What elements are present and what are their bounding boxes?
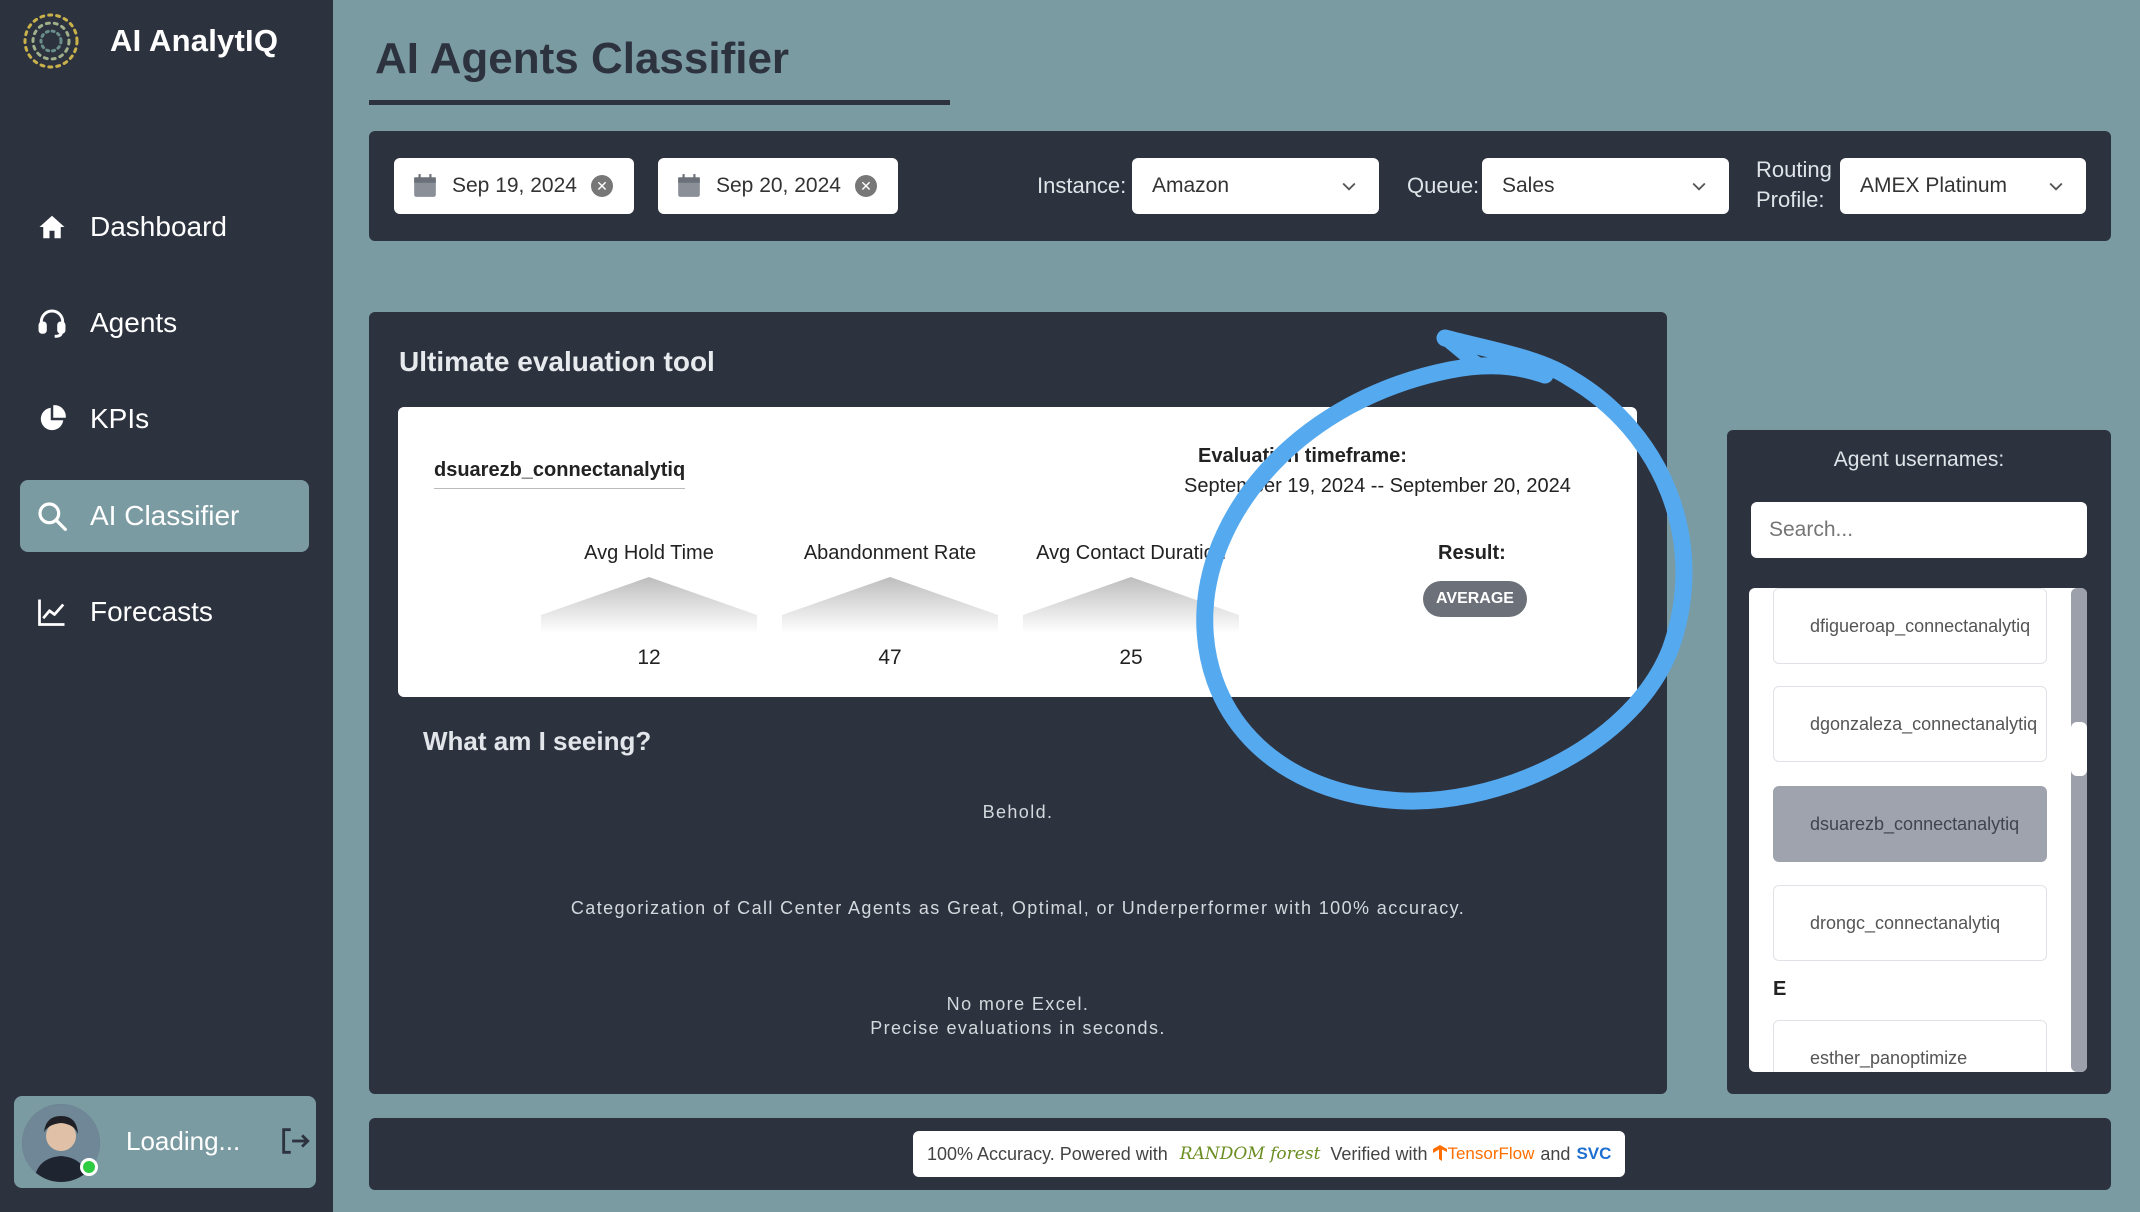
- timeframe-value: September 19, 2024 -- September 20, 2024: [1184, 475, 1571, 497]
- agent-list[interactable]: dfigueroap_connectanalytiq dgonzaleza_co…: [1749, 588, 2087, 1072]
- and-text: and: [1540, 1143, 1571, 1164]
- info-line-4: Precise evaluations in seconds.: [870, 1018, 1166, 1038]
- logout-icon[interactable]: [278, 1124, 312, 1158]
- list-item[interactable]: esther_panoptimize: [1773, 1020, 2047, 1072]
- sidebar-item-label: Forecasts: [90, 596, 213, 627]
- svc-logo: SVC: [1576, 1144, 1612, 1163]
- evaluated-agent-name: dsuarezb_connectanalytiq: [434, 459, 686, 489]
- routing-profile-select[interactable]: AMEX Platinum: [1840, 158, 2086, 214]
- metric-value: 25: [1119, 646, 1143, 669]
- chevron-down-icon: [1342, 182, 1356, 191]
- chevron-down-icon: [2049, 182, 2063, 191]
- metric-avg-hold-time: Avg Hold Time 12: [529, 542, 769, 670]
- calendar-icon: [414, 174, 436, 197]
- metric-label: Avg Hold Time: [584, 542, 714, 564]
- brand[interactable]: AI AnalytIQ: [20, 10, 278, 72]
- end-date-picker[interactable]: Sep 20, 2024 ✕: [658, 158, 898, 214]
- verified-text: Verified with: [1330, 1143, 1428, 1164]
- logo-icon: [23, 13, 79, 69]
- evaluation-panel: Ultimate evaluation tool dsuarezb_connec…: [369, 312, 1667, 1094]
- info-line-2: Categorization of Call Center Agents as …: [570, 898, 1466, 918]
- random-forest-logo: RANDOM forest: [1179, 1144, 1321, 1164]
- tensorflow-icon: [1433, 1145, 1448, 1161]
- search-icon: [34, 498, 70, 534]
- group-letter: E: [1773, 978, 1787, 1000]
- pie-chart-icon: [34, 401, 70, 437]
- sidebar-item-agents[interactable]: Agents: [20, 287, 309, 359]
- sidebar-item-dashboard[interactable]: Dashboard: [20, 191, 309, 263]
- routing-profile-value: AMEX Platinum: [1860, 174, 2008, 197]
- powered-text: 100% Accuracy. Powered with: [927, 1143, 1168, 1164]
- info-line-3: No more Excel.: [946, 994, 1090, 1014]
- metric-avg-contact-duration: Avg Contact Duration 25: [1011, 542, 1251, 670]
- timeframe-label: Evaluation timeframe:: [1198, 445, 1407, 467]
- sidebar-item-label: AI Classifier: [90, 500, 240, 531]
- sidebar: AI AnalytIQ Dashboard Agents KPIs AI Cla…: [0, 0, 333, 1212]
- agents-panel-title: Agent usernames:: [1833, 448, 2005, 471]
- scrollbar-thumb[interactable]: [2071, 722, 2087, 776]
- page-title: AI Agents Classifier: [375, 34, 790, 83]
- tensorflow-text: TensorFlow: [1447, 1144, 1535, 1163]
- instance-value: Amazon: [1152, 174, 1230, 197]
- start-date-value: Sep 19, 2024: [452, 174, 577, 197]
- user-card: Loading...: [14, 1096, 316, 1188]
- list-item[interactable]: dgonzaleza_connectanalytiq: [1773, 686, 2047, 762]
- end-date-value: Sep 20, 2024: [716, 174, 841, 197]
- metric-value: 12: [637, 646, 661, 669]
- instance-select[interactable]: Amazon: [1132, 158, 1379, 214]
- sidebar-item-ai-classifier[interactable]: AI Classifier: [20, 480, 309, 552]
- list-item[interactable]: drongc_connectanalytiq: [1773, 885, 2047, 961]
- routing-profile-label-line1: Routing: [1756, 157, 1832, 182]
- metric-gauge-shape: [782, 577, 998, 633]
- clear-icon[interactable]: ✕: [854, 175, 877, 197]
- metric-gauge-shape: [541, 577, 757, 633]
- queue-select[interactable]: Sales: [1482, 158, 1729, 214]
- sidebar-item-kpis[interactable]: KPIs: [20, 383, 309, 455]
- result-label: Result:: [1438, 542, 1506, 564]
- metric-label: Abandonment Rate: [803, 542, 977, 564]
- sidebar-item-label: Agents: [90, 307, 178, 338]
- sidebar-item-forecasts[interactable]: Forecasts: [20, 576, 309, 648]
- list-item-selected[interactable]: dsuarezb_connectanalytiq: [1773, 786, 2047, 862]
- clear-icon[interactable]: ✕: [590, 175, 613, 197]
- queue-label: Queue:: [1407, 173, 1480, 198]
- home-icon: [34, 209, 70, 245]
- routing-profile-label-line2: Profile:: [1756, 187, 1825, 212]
- online-status-dot: [80, 1158, 98, 1176]
- title-underline: [369, 100, 950, 105]
- info-line-1: Behold.: [982, 802, 1054, 822]
- list-item[interactable]: dfigueroap_connectanalytiq: [1773, 588, 2047, 664]
- chevron-down-icon: [1692, 182, 1706, 191]
- scrollbar-track[interactable]: [2071, 588, 2087, 1072]
- metric-value: 47: [878, 646, 902, 669]
- metric-gauge-shape: [1023, 577, 1239, 633]
- sidebar-item-label: KPIs: [90, 403, 150, 434]
- footer-bar: 100% Accuracy. Powered with RANDOM fores…: [369, 1118, 2111, 1190]
- panel-title: Ultimate evaluation tool: [399, 346, 715, 377]
- app-name: AI AnalytIQ: [110, 23, 279, 58]
- metric-label: Avg Contact Duration: [1036, 542, 1226, 564]
- queue-value: Sales: [1502, 174, 1555, 197]
- filter-bar: Sep 19, 2024 ✕ Sep 20, 2024 ✕ Instance: …: [369, 131, 2111, 241]
- instance-label: Instance:: [1037, 173, 1127, 198]
- agent-usernames-panel: Agent usernames: dfigueroap_connectanaly…: [1727, 430, 2111, 1094]
- evaluation-card: dsuarezb_connectanalytiq Evaluation time…: [398, 407, 1637, 697]
- headset-icon: [34, 305, 70, 341]
- info-title: What am I seeing?: [423, 726, 652, 756]
- agent-search-input[interactable]: [1751, 502, 2087, 558]
- sidebar-item-label: Dashboard: [90, 211, 227, 242]
- start-date-picker[interactable]: Sep 19, 2024 ✕: [394, 158, 634, 214]
- result-badge: AVERAGE: [1423, 581, 1527, 617]
- line-chart-icon: [34, 594, 70, 630]
- user-status-text: Loading...: [126, 1126, 241, 1156]
- calendar-icon: [678, 174, 700, 197]
- metric-abandonment-rate: Abandonment Rate 47: [770, 542, 1010, 670]
- powered-by-badge: 100% Accuracy. Powered with RANDOM fores…: [913, 1131, 1626, 1177]
- tensorflow-logo: TensorFlow: [1433, 1144, 1534, 1164]
